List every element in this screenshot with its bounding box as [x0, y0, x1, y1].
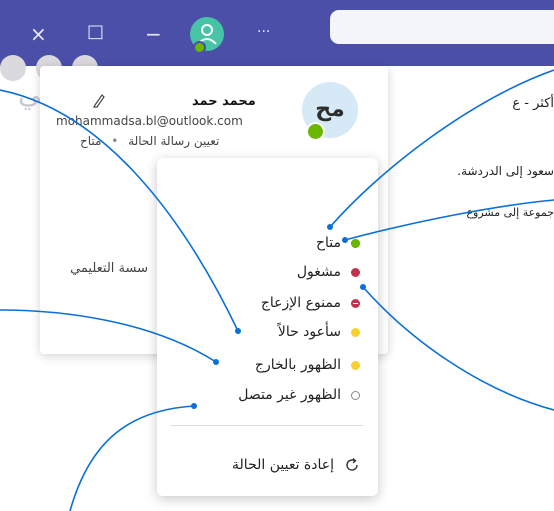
more-options-icon[interactable]: ···	[257, 22, 270, 42]
clock-icon	[351, 327, 360, 337]
busy-icon	[351, 267, 360, 277]
status-line[interactable]: تعيين رسالة الحالة • متاح	[80, 134, 219, 148]
presence-badge	[306, 122, 325, 141]
offline-icon	[351, 390, 360, 400]
card-side-text: سسة التعليمي	[70, 261, 148, 276]
status-menu: متاح مشغول ممنوع الإزعاج سأعود حالاً الظ…	[157, 158, 378, 496]
do-not-disturb-icon	[351, 298, 360, 308]
refresh-icon	[346, 457, 358, 471]
status-item-label: الظهور غير متصل	[238, 387, 341, 403]
profile-name: محمد حمد	[192, 94, 256, 109]
reset-status-button[interactable]: إعادة تعيين الحالة	[232, 451, 360, 479]
status-item-brb[interactable]: سأعود حالاً	[278, 318, 360, 346]
reset-status-label: إعادة تعيين الحالة	[232, 457, 334, 473]
right-panel-line: جموعة إلى مشروع	[466, 206, 554, 219]
profile-email: mohammadsa.bl@outlook.com	[56, 114, 243, 128]
menu-divider	[171, 425, 364, 426]
presence-badge	[193, 41, 206, 54]
status-item-label: سأعود حالاً	[277, 324, 341, 340]
set-status-message-link[interactable]: تعيين رسالة الحالة	[128, 134, 219, 148]
clock-icon	[351, 360, 360, 370]
status-item-away[interactable]: الظهور بالخارج	[255, 351, 360, 379]
status-item-label: متاح	[315, 235, 341, 251]
edit-icon[interactable]	[92, 92, 106, 108]
status-item-available[interactable]: متاح	[316, 229, 360, 257]
search-bar[interactable]	[330, 10, 554, 44]
available-icon	[351, 238, 360, 248]
close-icon[interactable]: ×	[30, 24, 47, 44]
right-panel-line: سعود إلى الدردشة.	[457, 164, 554, 178]
status-item-label: مشغول	[296, 264, 341, 280]
status-item-label: ممنوع الإزعاج	[260, 295, 341, 311]
right-panel-heading: أكثر - ع	[512, 96, 554, 111]
status-item-label: الظهور بالخارج	[254, 357, 341, 373]
maximize-icon[interactable]: □	[87, 22, 104, 42]
minimize-icon[interactable]: −	[145, 24, 162, 44]
current-status-text: متاح	[80, 134, 102, 148]
status-item-busy[interactable]: مشغول	[297, 258, 360, 286]
profile-avatar-icon[interactable]	[190, 17, 224, 54]
separator-dot: •	[111, 134, 119, 148]
status-item-offline[interactable]: الظهور غير متصل	[238, 381, 360, 409]
status-item-dnd[interactable]: ممنوع الإزعاج	[261, 289, 360, 317]
